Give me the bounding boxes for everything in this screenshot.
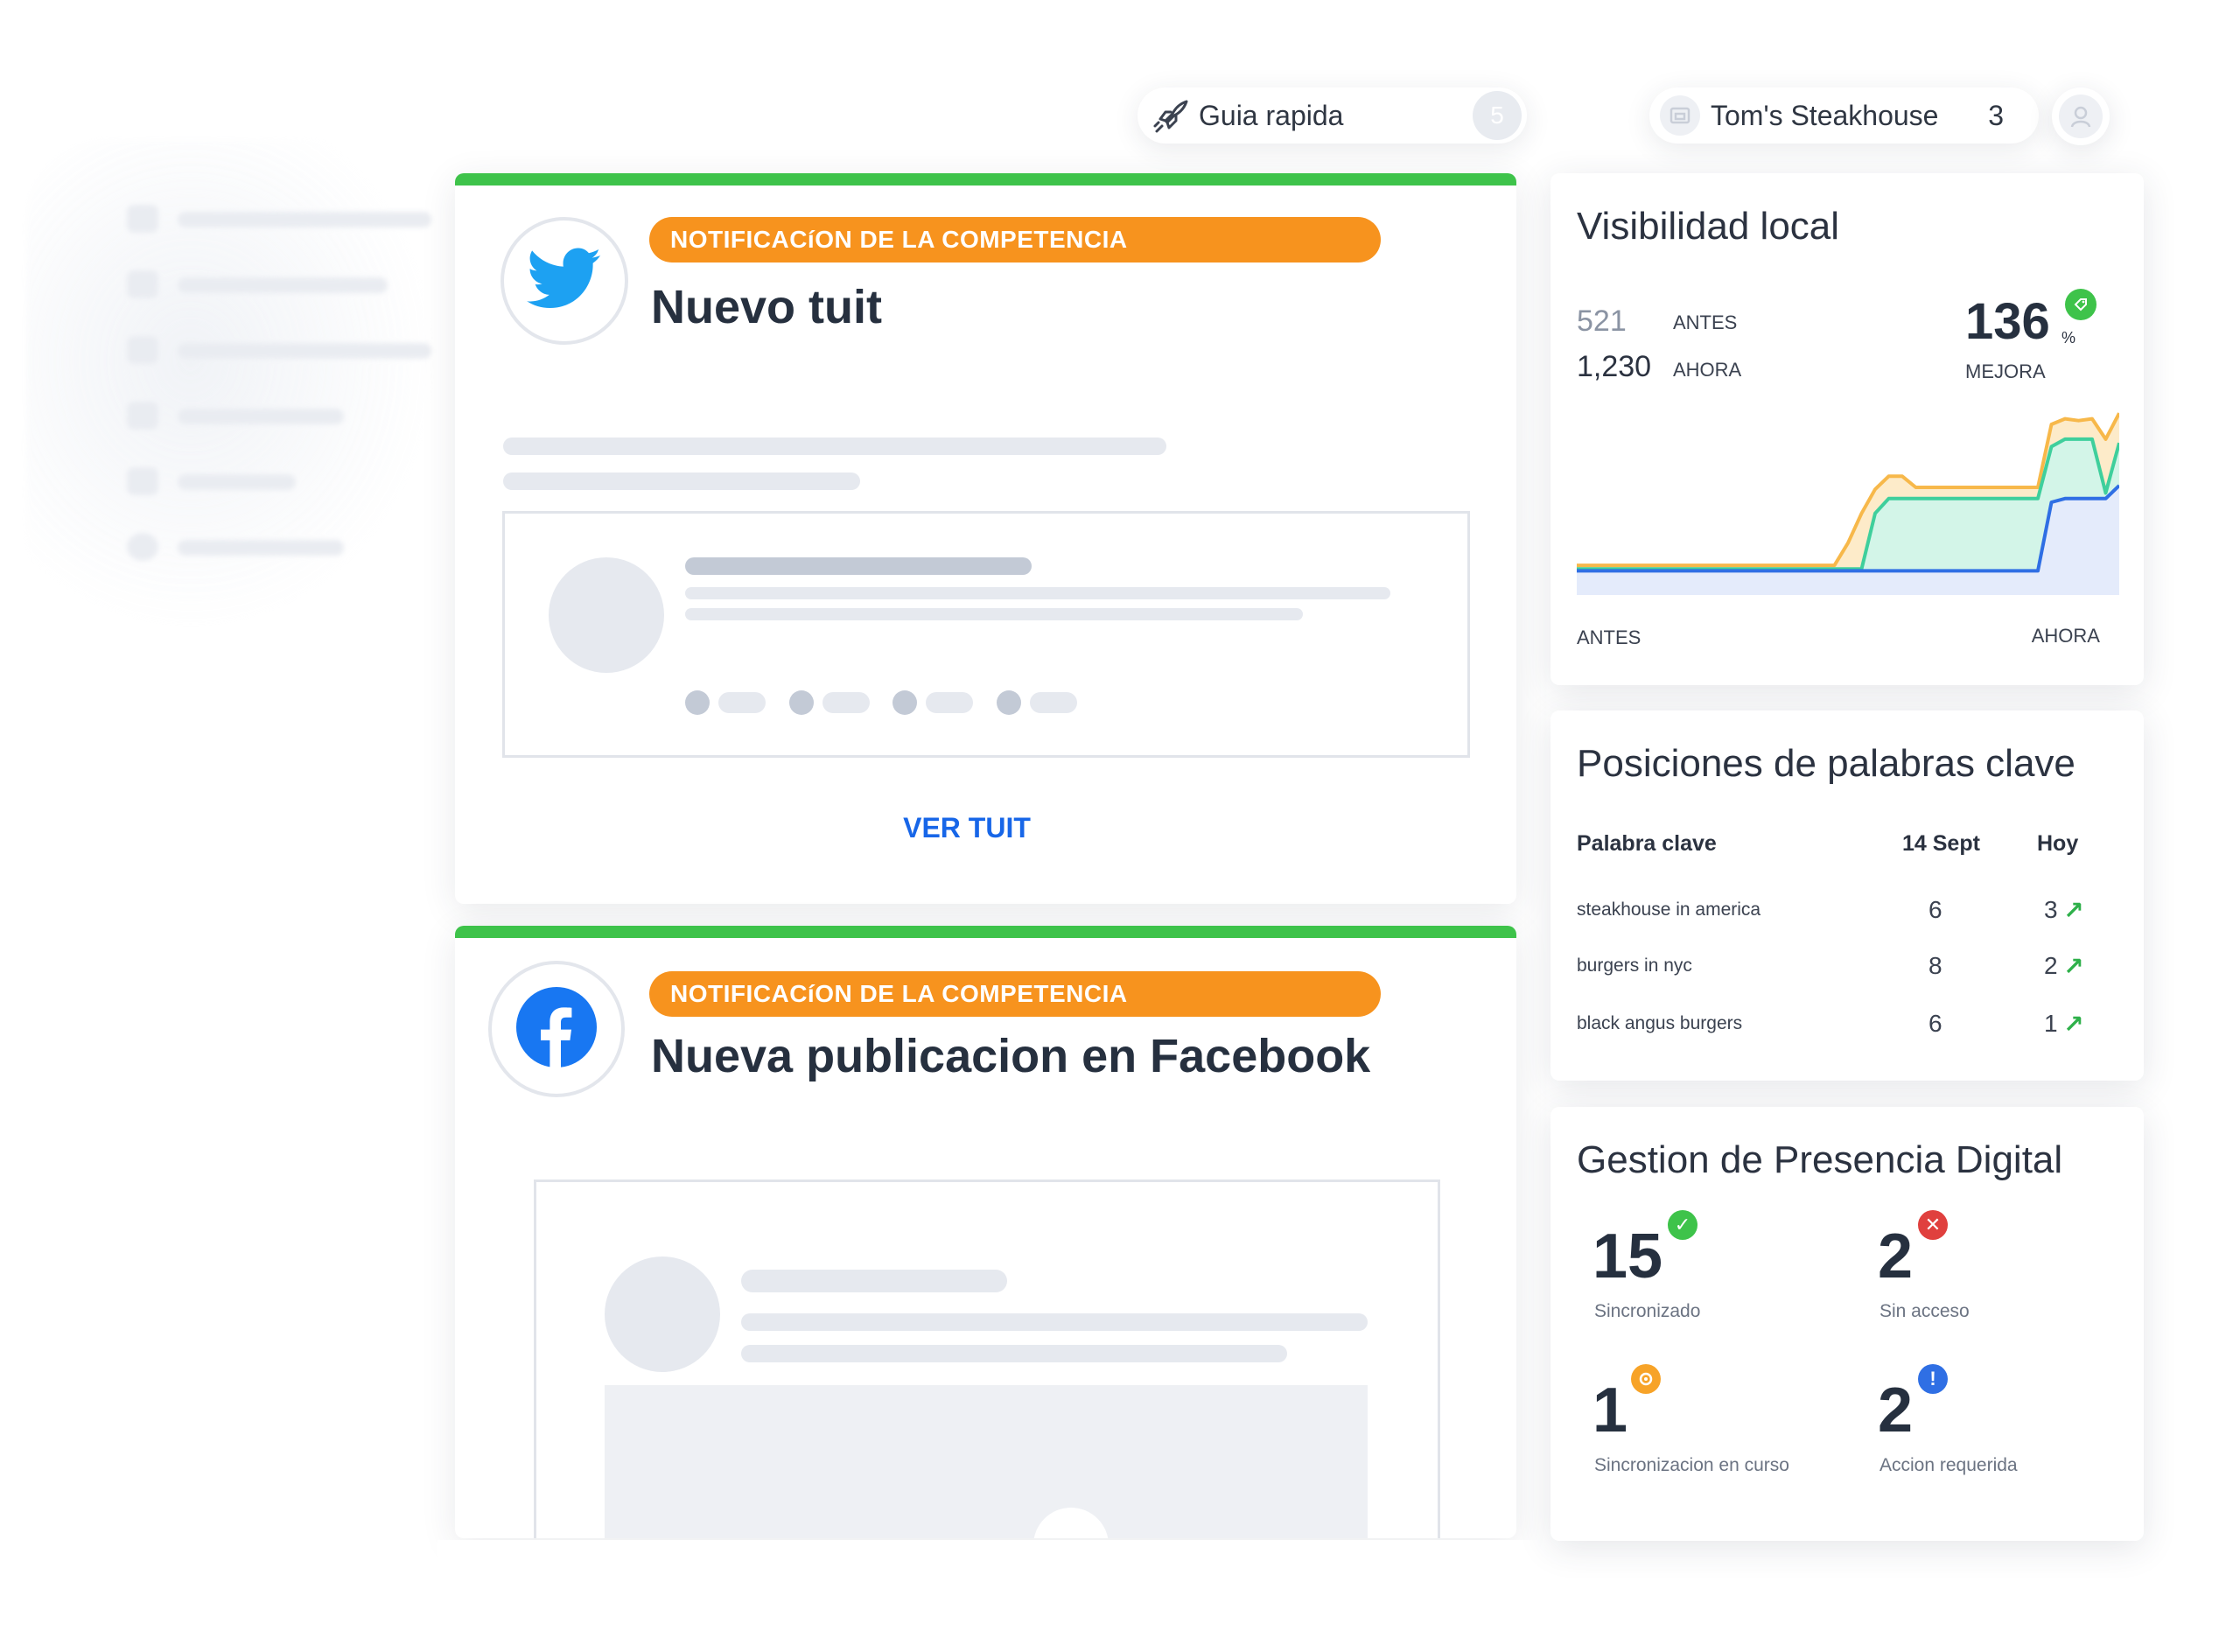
keyword-positions-widget: Posiciones de palabras clave Palabra cla… xyxy=(1550,710,2144,1081)
keyword-cell: steakhouse in america xyxy=(1577,900,1761,920)
card-title: Nueva publicacion en Facebook xyxy=(651,1030,1371,1082)
arrow-up-right-icon: ↗ xyxy=(2063,1011,2084,1038)
calendar-icon xyxy=(127,402,158,430)
today-rank-cell: 2 xyxy=(2044,952,2058,979)
syncing-label: Sincronizacion en curso xyxy=(1594,1455,1789,1475)
image-placeholder xyxy=(605,1385,1368,1538)
sidebar-item xyxy=(101,464,433,499)
local-visibility-widget: Visibilidad local 521 ANTES 1,230 AHORA … xyxy=(1550,173,2144,685)
view-tweet-link[interactable]: VER TUIT xyxy=(455,812,1479,844)
synced-label: Sincronizado xyxy=(1594,1301,1701,1321)
today-rank-cell: 3 xyxy=(2044,896,2058,923)
before-rank-cell: 6 xyxy=(1928,1010,1942,1037)
business-count: 3 xyxy=(1988,99,2004,131)
facebook-notification-card: NOTIFICACíON DE LA COMPETENCIA Nueva pub… xyxy=(455,926,1516,1538)
facebook-icon xyxy=(514,985,598,1074)
sidebar-item xyxy=(101,529,433,564)
arrow-up-right-icon: ↗ xyxy=(2063,897,2084,924)
user-icon xyxy=(2059,94,2103,138)
before-label: ANTES xyxy=(1673,312,1738,333)
synced-count: 15 xyxy=(1592,1222,1663,1292)
competitor-notification-badge: NOTIFICACíON DE LA COMPETENCIA xyxy=(649,971,1381,1017)
widget-title: Posiciones de palabras clave xyxy=(1577,742,2076,785)
today-rank-cell: 1 xyxy=(2044,1010,2058,1037)
chart-axis-start-label: ANTES xyxy=(1577,626,1642,648)
before-rank-cell: 8 xyxy=(1928,952,1942,979)
bar-chart-icon xyxy=(127,336,158,364)
gear-icon xyxy=(127,533,158,561)
action-required-label: Accion requerida xyxy=(1880,1455,2018,1475)
no-access-label: Sin acceso xyxy=(1880,1301,1970,1321)
facebook-post-preview-placeholder xyxy=(534,1180,1440,1538)
sidebar-item xyxy=(101,398,433,433)
quick-guide-button[interactable]: Guia rapida 5 xyxy=(1138,88,1527,144)
improvement-unit: % xyxy=(2062,329,2076,346)
quick-guide-label: Guia rapida xyxy=(1199,99,1344,131)
home-icon xyxy=(127,205,158,233)
improvement-value: 136 xyxy=(1965,293,2050,350)
user-avatar-button[interactable] xyxy=(2052,88,2110,145)
column-header-today: Hoy xyxy=(2037,831,2079,856)
store-icon xyxy=(1660,95,1700,136)
info-icon: ! xyxy=(1918,1364,1948,1394)
now-value: 1,230 xyxy=(1577,350,1652,383)
twitter-logo xyxy=(500,217,628,345)
sidebar-faded xyxy=(26,140,438,630)
avatar-placeholder xyxy=(605,1256,720,1372)
arrow-up-right-icon: ↗ xyxy=(2063,953,2084,980)
twitter-notification-card: NOTIFICACíON DE LA COMPETENCIA Nuevo tui… xyxy=(455,173,1516,904)
keyword-cell: burgers in nyc xyxy=(1577,956,1692,976)
improvement-label: MEJORA xyxy=(1965,360,2046,382)
table-row: burgers in nyc 8 2 ↗ xyxy=(1577,952,2119,987)
before-rank-cell: 6 xyxy=(1928,896,1942,923)
card-accent-bar xyxy=(455,926,1516,938)
close-icon: ✕ xyxy=(1918,1210,1948,1240)
rocket-icon xyxy=(1150,94,1192,136)
facebook-logo xyxy=(488,961,625,1097)
action-required-count: 2 xyxy=(1878,1376,1914,1446)
column-header-keyword: Palabra clave xyxy=(1577,831,1717,856)
widget-title: Visibilidad local xyxy=(1577,205,1840,248)
tag-icon xyxy=(2065,289,2096,320)
business-selector[interactable]: Tom's Steakhouse 3 xyxy=(1649,88,2039,144)
book-icon xyxy=(127,467,158,495)
no-access-count: 2 xyxy=(1878,1222,1914,1292)
tweet-preview-placeholder xyxy=(502,511,1470,758)
chart-axis-end-label: AHORA xyxy=(2031,625,2100,647)
business-name: Tom's Steakhouse xyxy=(1711,99,1939,131)
sidebar-item xyxy=(101,267,433,302)
sidebar-item xyxy=(101,332,433,368)
digital-presence-widget: Gestion de Presencia Digital 15 ✓ Sincro… xyxy=(1550,1107,2144,1541)
check-icon: ✓ xyxy=(1668,1210,1698,1240)
sidebar-item xyxy=(101,201,433,236)
sync-icon xyxy=(1631,1364,1661,1394)
column-header-date: 14 Sept xyxy=(1902,831,1980,856)
syncing-count: 1 xyxy=(1592,1376,1628,1446)
keyword-cell: black angus burgers xyxy=(1577,1013,1743,1033)
twitter-icon xyxy=(527,248,602,315)
widget-title: Gestion de Presencia Digital xyxy=(1577,1138,2063,1181)
now-label: AHORA xyxy=(1673,359,1742,381)
table-row: black angus burgers 6 1 ↗ xyxy=(1577,1010,2119,1045)
avatar-placeholder xyxy=(549,557,664,673)
card-accent-bar xyxy=(455,173,1516,186)
card-title: Nuevo tuit xyxy=(651,281,882,333)
visibility-chart xyxy=(1577,412,2119,595)
quick-guide-count-badge: 5 xyxy=(1473,91,1522,140)
table-row: steakhouse in america 6 3 ↗ xyxy=(1577,896,2119,931)
document-icon xyxy=(127,270,158,298)
before-value: 521 xyxy=(1577,304,1627,338)
competitor-notification-badge: NOTIFICACíON DE LA COMPETENCIA xyxy=(649,217,1381,262)
